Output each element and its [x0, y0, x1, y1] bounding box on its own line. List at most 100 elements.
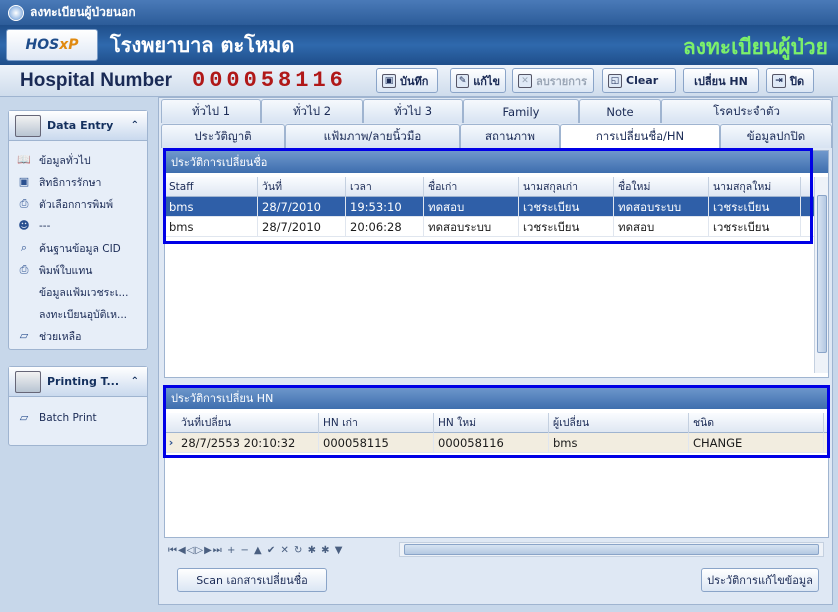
cell-type: CHANGE	[689, 432, 824, 453]
tab-name-hn-change[interactable]: การเปลี่ยนชื่อ/HN	[560, 124, 720, 148]
printing-title: Printing T...	[47, 375, 120, 388]
tab-general-2[interactable]: ทั่วไป 2	[261, 99, 363, 123]
sidebar-item-reprint[interactable]: ⎙ พิมพ์ใบแทน	[9, 259, 147, 281]
col-new-surname[interactable]: นามสกุลใหม่	[709, 176, 801, 197]
col-old-hn[interactable]: HN เก่า	[319, 412, 434, 433]
sidebar-item-print-options[interactable]: ⎙ ตัวเลือกการพิมพ์	[9, 193, 147, 215]
cell-old-name: ทดสอบระบบ	[424, 216, 519, 237]
data-entry-icon	[15, 114, 41, 137]
sidebar-item-label: ช่วยเหลือ	[39, 330, 82, 343]
logo-xp: xP	[59, 37, 79, 53]
col-old-surname[interactable]: นามสกุลเก่า	[519, 176, 614, 197]
name-history-title: ประวัติการเปลี่ยนชื่อ	[165, 151, 828, 173]
tab-general-1[interactable]: ทั่วไป 1	[161, 99, 261, 123]
cell-change-date: 28/7/2553 20:10:32	[177, 432, 319, 453]
tab-row-1: ทั่วไป 1 ทั่วไป 2 ทั่วไป 3 Family Note โ…	[161, 99, 832, 123]
printing-header[interactable]: Printing T... ⌃	[9, 367, 147, 397]
chevron-up-icon[interactable]: ⌃	[131, 120, 139, 131]
col-change-date[interactable]: วันที่เปลี่ยน	[177, 412, 319, 433]
name-history-scrollbar[interactable]	[814, 177, 828, 373]
sidebar-item-separator[interactable]: ☻ ---	[9, 215, 147, 237]
sidebar-item-batch-print[interactable]: ▱ Batch Print	[9, 407, 147, 429]
edit-button[interactable]: ✎ แก้ไข	[450, 68, 506, 93]
sidebar-item-label: Batch Print	[39, 412, 97, 424]
save-label: บันทึก	[400, 74, 429, 88]
cell-new-surname: เวชระเบียน	[709, 196, 801, 217]
tab-family[interactable]: Family	[463, 99, 579, 123]
name-history-grid: Staff วันที่ เวลา ชื่อเก่า นามสกุลเก่า ช…	[165, 173, 828, 377]
tab-note[interactable]: Note	[579, 99, 661, 123]
edit-history-button[interactable]: ประวัติการแก้ไขข้อมูล	[701, 568, 819, 592]
tab-general-3[interactable]: ทั่วไป 3	[363, 99, 463, 123]
exit-icon: ⇥	[772, 73, 786, 88]
change-hn-label: เปลี่ยน HN	[694, 74, 748, 88]
sidebar-item-accident[interactable]: ลงทะเบียนอุบัติเห...	[9, 303, 147, 325]
app-icon	[8, 4, 24, 21]
delete-button[interactable]: ✕ ลบรายการ	[512, 68, 594, 93]
table-row[interactable]: › 28/7/2553 20:10:32 000058115 000058116…	[165, 432, 828, 453]
sidebar-item-general[interactable]: 📖 ข้อมูลทั่วไป	[9, 149, 147, 171]
hn-history-grid: วันที่เปลี่ยน HN เก่า HN ใหม่ ผู้เปลี่ยน…	[165, 409, 828, 537]
scan-document-button[interactable]: Scan เอกสารเปลี่ยนชื่อ	[177, 568, 327, 592]
change-hn-button[interactable]: เปลี่ยน HN	[683, 68, 759, 93]
row-indicator-icon: ›	[168, 435, 174, 449]
tab-chronic-disease[interactable]: โรคประจำตัว	[661, 99, 832, 123]
delete-label: ลบรายการ	[536, 74, 587, 88]
users-icon: ☻	[18, 219, 30, 232]
tab-relatives[interactable]: ประวัติญาติ	[161, 124, 285, 148]
cell-new-hn: 000058116	[434, 432, 549, 453]
col-date[interactable]: วันที่	[258, 176, 346, 197]
close-label: ปิด	[790, 74, 805, 88]
tab-status[interactable]: สถานภาพ	[460, 124, 560, 148]
table-row[interactable]: bms 28/7/2010 20:06:28 ทดสอบระบบ เวชระเบ…	[165, 216, 828, 237]
printing-panel: Printing T... ⌃ ▱ Batch Print	[8, 366, 148, 446]
tab-confidential[interactable]: ข้อมูลปกปิด	[720, 124, 832, 148]
sidebar-item-cid-search[interactable]: ⌕ ค้นฐานข้อมูล CID	[9, 237, 147, 259]
scrollbar-thumb[interactable]	[817, 195, 827, 353]
sidebar-item-help[interactable]: ▱ ช่วยเหลือ	[9, 325, 147, 347]
sidebar-item-label: ---	[39, 220, 51, 232]
register-title: ลงทะเบียนผู้ป่วย	[682, 34, 828, 59]
hn-history-header: วันที่เปลี่ยน HN เก่า HN ใหม่ ผู้เปลี่ยน…	[165, 412, 828, 433]
sidebar-item-medrecord[interactable]: ข้อมูลแฟ้มเวชระเ...	[9, 281, 147, 303]
printer-icon: ⎙	[19, 197, 29, 210]
tab-images-fingerprint[interactable]: แฟ้มภาพ/ลายนิ้วมือ	[285, 124, 460, 148]
col-new-name[interactable]: ชื่อใหม่	[614, 176, 709, 197]
scrollbar-thumb[interactable]	[404, 544, 819, 555]
col-time[interactable]: เวลา	[346, 176, 424, 197]
col-staff[interactable]: Staff	[165, 176, 258, 197]
cell-new-name: ทดสอบระบบ	[614, 196, 709, 217]
data-entry-header[interactable]: Data Entry ⌃	[9, 111, 147, 141]
sidebar-item-label: ตัวเลือกการพิมพ์	[39, 198, 114, 211]
name-history-group: ประวัติการเปลี่ยนชื่อ Staff วันที่ เวลา …	[164, 150, 829, 378]
main-panel: ทั่วไป 1 ทั่วไป 2 ทั่วไป 3 Family Note โ…	[158, 97, 833, 605]
col-old-name[interactable]: ชื่อเก่า	[424, 176, 519, 197]
cell-staff: bms	[165, 216, 258, 237]
sidebar-item-label: ลงทะเบียนอุบัติเห...	[39, 308, 128, 321]
col-type[interactable]: ชนิด	[689, 412, 824, 433]
cell-old-surname: เวชระเบียน	[519, 196, 614, 217]
main-toolbar: Hospital Number 000058116 ▣ บันทึก ✎ แก้ไข…	[0, 65, 838, 97]
hn-history-group: ประวัติการเปลี่ยน HN วันที่เปลี่ยน HN เก…	[164, 386, 829, 538]
sidebar-item-rights[interactable]: ▣ สิทธิการรักษา	[9, 171, 147, 193]
printer-icon: ⎙	[19, 263, 29, 276]
data-entry-panel: Data Entry ⌃ 📖 ข้อมูลทั่วไป ▣ สิทธิการรักษ…	[8, 110, 148, 350]
clear-button[interactable]: ◱ Clear	[602, 68, 676, 93]
table-row[interactable]: bms 28/7/2010 19:53:10 ทดสอบ เวชระเบียน …	[165, 196, 828, 217]
cell-old-hn: 000058115	[319, 432, 434, 453]
sidebar-item-label: ข้อมูลแฟ้มเวชระเ...	[39, 286, 129, 299]
close-button[interactable]: ⇥ ปิด	[766, 68, 814, 93]
save-button[interactable]: ▣ บันทึก	[376, 68, 438, 93]
cell-changer: bms	[549, 432, 689, 453]
hn-history-title: ประวัติการเปลี่ยน HN	[165, 387, 828, 409]
edit-icon: ✎	[456, 73, 470, 88]
horizontal-scrollbar[interactable]	[399, 542, 824, 557]
name-history-header: Staff วันที่ เวลา ชื่อเก่า นามสกุลเก่า ช…	[165, 176, 828, 197]
col-new-hn[interactable]: HN ใหม่	[434, 412, 549, 433]
search-db-icon: ⌕	[20, 241, 28, 254]
chevron-up-icon[interactable]: ⌃	[131, 376, 139, 387]
book-icon: 📖	[17, 153, 31, 166]
sidebar-item-label: ข้อมูลทั่วไป	[39, 154, 91, 167]
cell-staff: bms	[165, 196, 258, 217]
col-changer[interactable]: ผู้เปลี่ยน	[549, 412, 689, 433]
